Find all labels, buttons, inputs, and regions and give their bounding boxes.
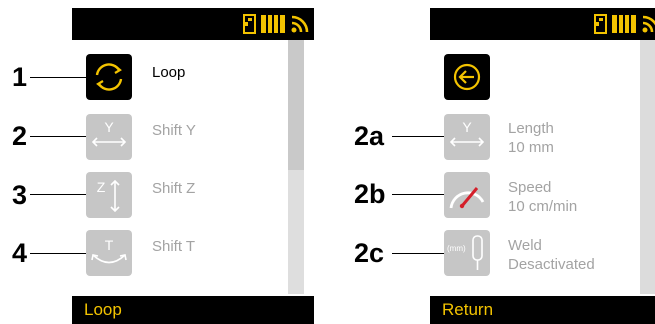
callout-2b: 2b — [354, 179, 386, 209]
item-value-weld: Desactivated — [508, 256, 595, 273]
leader-line-2a — [392, 136, 444, 137]
shift-y-icon-letter: Y — [104, 119, 114, 135]
leader-line-1 — [30, 77, 86, 78]
battery-icon — [261, 15, 285, 33]
item-value-speed: 10 cm/min — [508, 198, 578, 215]
wifi-icon — [642, 15, 655, 33]
callout-2c: 2c — [354, 238, 385, 268]
item-label-length: Length — [508, 120, 554, 137]
leader-line-2 — [30, 136, 86, 137]
weld-icon-unit: (mm) — [447, 244, 466, 253]
callout-3: 3 — [12, 180, 28, 210]
item-label-shift-z: Shift Z — [152, 180, 196, 197]
callout-2: 2 — [12, 121, 28, 151]
leader-line-2b — [392, 194, 444, 195]
shift-t-icon-letter: T — [105, 237, 114, 253]
scrollbar-thumb[interactable] — [288, 170, 304, 294]
shift-y-icon[interactable]: Y — [86, 114, 132, 160]
leader-line-4 — [30, 253, 86, 254]
status-bar — [72, 8, 314, 40]
softkey-label: Return — [442, 300, 494, 319]
right-screen: Y Length 10 mm Speed 10 cm/min (mm) Weld… — [430, 8, 655, 324]
item-value-length: 10 mm — [508, 139, 554, 156]
battery-icon — [612, 15, 636, 33]
return-arrow-icon[interactable] — [444, 54, 490, 100]
scrollbar-track[interactable] — [640, 40, 655, 294]
length-icon[interactable]: Y — [444, 114, 490, 160]
softkey-bar[interactable]: Return — [430, 296, 655, 324]
shift-z-icon[interactable]: Z — [86, 172, 132, 218]
leader-line-2c — [392, 253, 444, 254]
shift-z-icon-letter: Z — [97, 179, 106, 195]
callout-2a: 2a — [354, 121, 385, 151]
weld-torch-icon[interactable]: (mm) — [444, 230, 490, 276]
memory-card-icon — [594, 14, 607, 34]
leader-line-3 — [30, 194, 86, 195]
callout-1: 1 — [12, 62, 28, 92]
wifi-icon — [291, 15, 309, 33]
length-icon-letter: Y — [462, 119, 472, 135]
shift-t-icon[interactable]: T — [86, 230, 132, 276]
status-icons — [594, 13, 655, 35]
speed-gauge-icon[interactable] — [444, 172, 490, 218]
item-label-shift-t: Shift T — [152, 238, 196, 255]
item-label-shift-y: Shift Y — [152, 122, 196, 139]
status-bar — [430, 8, 655, 40]
item-label-speed: Speed — [508, 179, 552, 196]
callout-4: 4 — [12, 238, 28, 268]
status-icons — [243, 13, 310, 35]
item-label-loop: Loop — [152, 64, 186, 81]
left-screen: Loop Y Shift Y Z Shift Z T Shift T Loop — [72, 8, 314, 324]
memory-card-icon — [243, 14, 256, 34]
loop-icon[interactable] — [86, 54, 132, 100]
softkey-bar[interactable]: Loop — [72, 296, 314, 324]
item-label-weld: Weld — [508, 237, 542, 254]
softkey-label: Loop — [84, 300, 122, 319]
